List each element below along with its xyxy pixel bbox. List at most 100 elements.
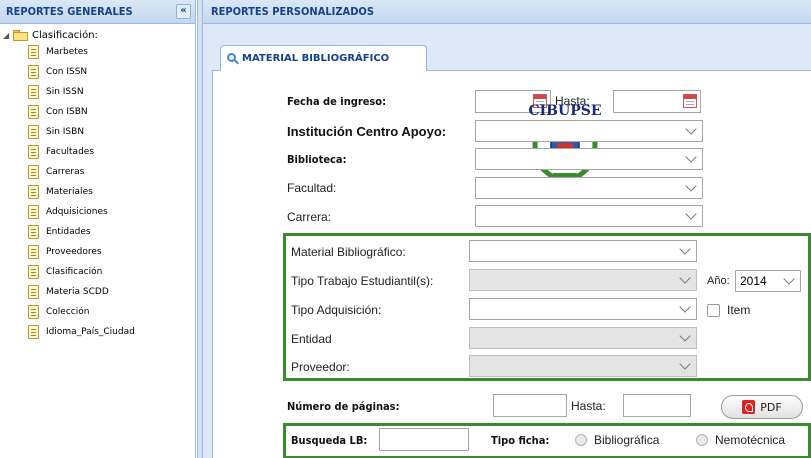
institucion-select[interactable] [475, 120, 703, 142]
tree-item-carreras[interactable]: Carreras [0, 162, 195, 182]
tree-item-label: Marbetes [46, 47, 88, 57]
item-label: Item [727, 303, 751, 317]
tree-item-con-isbn[interactable]: Con ISBN [0, 102, 195, 122]
fecha-hasta-input[interactable] [613, 90, 701, 113]
right-panel-title: REPORTES PERSONALIZADOS [211, 5, 374, 18]
num-paginas-desde-input[interactable] [493, 394, 567, 417]
tree-root-label: Clasificación: [32, 29, 98, 41]
document-icon [28, 325, 39, 339]
tree-item-label: Clasificación [46, 267, 103, 277]
left-panel-title: REPORTES GENERALES [6, 5, 133, 18]
tree-item-materiales[interactable]: Materiales [0, 182, 195, 202]
calendar-icon[interactable] [683, 94, 697, 108]
num-paginas-label: Número de páginas: [287, 400, 400, 413]
chevron-down-icon [679, 243, 691, 255]
tipo-trabajo-label: Tipo Trabajo Estudiantil(s): [291, 274, 434, 288]
tree-item-label: Facultades [46, 147, 95, 157]
chevron-down-icon [679, 330, 691, 342]
tab-material-bibliografico[interactable]: MATERIAL BIBLIOGRÁFICO [220, 45, 427, 72]
document-icon [28, 105, 39, 119]
tree-item-label: Con ISBN [46, 107, 88, 117]
tree-item-label: Carreras [46, 167, 85, 177]
ficha-nemotecnica-label: Nemotécnica [715, 433, 786, 447]
carrera-label: Carrera: [287, 210, 332, 224]
tree-item-label: Sin ISSN [46, 87, 84, 97]
tree-item-label: Materia SCDD [46, 287, 109, 297]
tree-item-label: Materiales [46, 187, 93, 197]
tree-item-proveedores[interactable]: Proveedores [0, 242, 195, 262]
pdf-button[interactable]: PDF [721, 395, 803, 419]
item-checkbox[interactable] [707, 304, 720, 317]
entidad-label: Entidad [291, 332, 332, 346]
tree-item-coleccion[interactable]: Colección [0, 302, 195, 322]
tree-item-con-issn[interactable]: Con ISSN [0, 62, 195, 82]
document-icon [28, 165, 39, 179]
tree-item-idioma-pais-ciudad[interactable]: Idioma_País_Ciudad [0, 322, 195, 342]
ficha-bibliografica-radio[interactable] [575, 434, 587, 446]
right-panel: REPORTES PERSONALIZADOS MATERIAL BIBLIOG… [203, 0, 811, 458]
tipo-trabajo-select[interactable] [469, 269, 697, 291]
tree-item-sin-isbn[interactable]: Sin ISBN [0, 122, 195, 142]
num-paginas-hasta-input[interactable] [623, 394, 691, 417]
expand-arrow-icon[interactable]: ◢ [3, 31, 13, 40]
chevron-down-icon [685, 151, 697, 163]
search-icon [227, 52, 239, 65]
document-icon [28, 65, 39, 79]
anio-label: Año: [707, 275, 730, 287]
biblioteca-select[interactable] [475, 148, 703, 170]
tipo-ficha-label: Tipo ficha: [491, 434, 550, 447]
institucion-label: Institución Centro Apoyo: [287, 124, 447, 139]
tree-item-sin-issn[interactable]: Sin ISSN [0, 82, 195, 102]
tree-item-label: Entidades [46, 227, 91, 237]
tree-item-label: Proveedores [46, 247, 102, 257]
carrera-select[interactable] [475, 205, 703, 227]
tab-bar: MATERIAL BIBLIOGRÁFICO [212, 34, 811, 72]
document-icon [28, 125, 39, 139]
document-icon [28, 45, 39, 59]
tree-item-entidades[interactable]: Entidades [0, 222, 195, 242]
logo-text: CIBUPSE [528, 103, 601, 119]
report-form: Fecha de ingreso: Hasta: CIBUPSE Institu… [212, 71, 811, 458]
tree-item-clasificacion[interactable]: Clasificación [0, 262, 195, 282]
document-icon [28, 305, 39, 319]
collapse-panel-button[interactable]: « [176, 4, 191, 19]
tree-root-clasificacion[interactable]: ◢ Clasificación: [0, 28, 195, 42]
chevron-down-icon [783, 273, 795, 285]
hasta-paginas-label: Hasta: [571, 399, 606, 413]
anio-select[interactable]: 2014 [735, 270, 801, 292]
tree-item-marbetes[interactable]: Marbetes [0, 42, 195, 62]
left-panel: REPORTES GENERALES « ◢ Clasificación: Ma… [0, 0, 196, 458]
anio-value: 2014 [740, 274, 767, 288]
chevron-down-icon [685, 208, 697, 220]
document-icon [28, 85, 39, 99]
pdf-icon [742, 400, 756, 414]
chevron-down-icon [679, 272, 691, 284]
left-panel-header: REPORTES GENERALES [0, 0, 195, 24]
biblioteca-label: Biblioteca: [287, 153, 347, 166]
busqueda-input[interactable] [379, 428, 469, 451]
material-label: Material Bibliográfico: [291, 245, 406, 259]
pdf-button-label: PDF [760, 400, 782, 414]
right-panel-header: REPORTES PERSONALIZADOS [203, 0, 811, 24]
tree-item-adquisiciones[interactable]: Adquisiciones [0, 202, 195, 222]
entidad-select[interactable] [469, 327, 697, 349]
folder-icon [13, 29, 28, 41]
tree-item-label: Sin ISBN [46, 127, 85, 137]
ficha-nemotecnica-radio[interactable] [696, 434, 708, 446]
tipo-adquisicion-select[interactable] [469, 298, 697, 320]
report-tree: ◢ Clasificación: Marbetes Con ISSN Sin I… [0, 24, 195, 342]
busqueda-label: Busqueda LB: [291, 434, 368, 447]
tab-label: MATERIAL BIBLIOGRÁFICO [242, 53, 390, 64]
tree-item-facultades[interactable]: Facultades [0, 142, 195, 162]
proveedor-select[interactable] [469, 355, 697, 377]
tree-item-label: Colección [46, 307, 90, 317]
facultad-select[interactable] [475, 177, 703, 199]
document-icon [28, 285, 39, 299]
document-icon [28, 205, 39, 219]
tree-item-label: Con ISSN [46, 67, 88, 77]
tree-item-materia-scdd[interactable]: Materia SCDD [0, 282, 195, 302]
material-select[interactable] [469, 240, 697, 262]
chevron-down-icon [685, 180, 697, 192]
proveedor-label: Proveedor: [291, 360, 350, 374]
ficha-bibliografica-label: Bibliográfica [594, 433, 660, 447]
